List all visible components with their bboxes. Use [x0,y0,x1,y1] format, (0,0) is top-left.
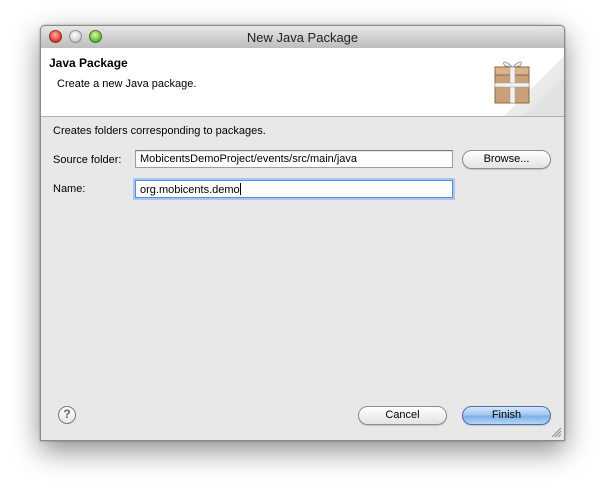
package-icon [494,56,564,116]
resize-grip-icon[interactable] [551,427,562,438]
new-java-package-dialog: New Java Package Java Package Create a n… [40,25,565,441]
source-folder-label: Source folder: [53,154,122,166]
source-folder-value: MobicentsDemoProject/events/src/main/jav… [140,153,358,165]
package-name-input[interactable]: org.mobicents.demo [135,180,453,198]
package-name-value: org.mobicents.demo [140,184,240,196]
form-description: Creates folders corresponding to package… [53,125,266,137]
finish-button[interactable]: Finish [462,406,551,425]
text-caret [239,183,241,195]
source-folder-input[interactable]: MobicentsDemoProject/events/src/main/jav… [135,150,453,168]
cancel-button[interactable]: Cancel [358,406,447,425]
window-title: New Java Package [246,30,359,45]
banner-description: Create a new Java package. [57,78,197,90]
banner-title: Java Package [49,56,128,70]
browse-button[interactable]: Browse... [462,150,551,169]
name-label: Name: [53,183,86,195]
wizard-banner: Java Package Create a new Java package. [41,48,564,117]
wizard-content: Creates folders corresponding to package… [41,117,564,440]
help-icon[interactable]: ? [58,406,76,424]
title-bar[interactable]: New Java Package [41,26,564,49]
